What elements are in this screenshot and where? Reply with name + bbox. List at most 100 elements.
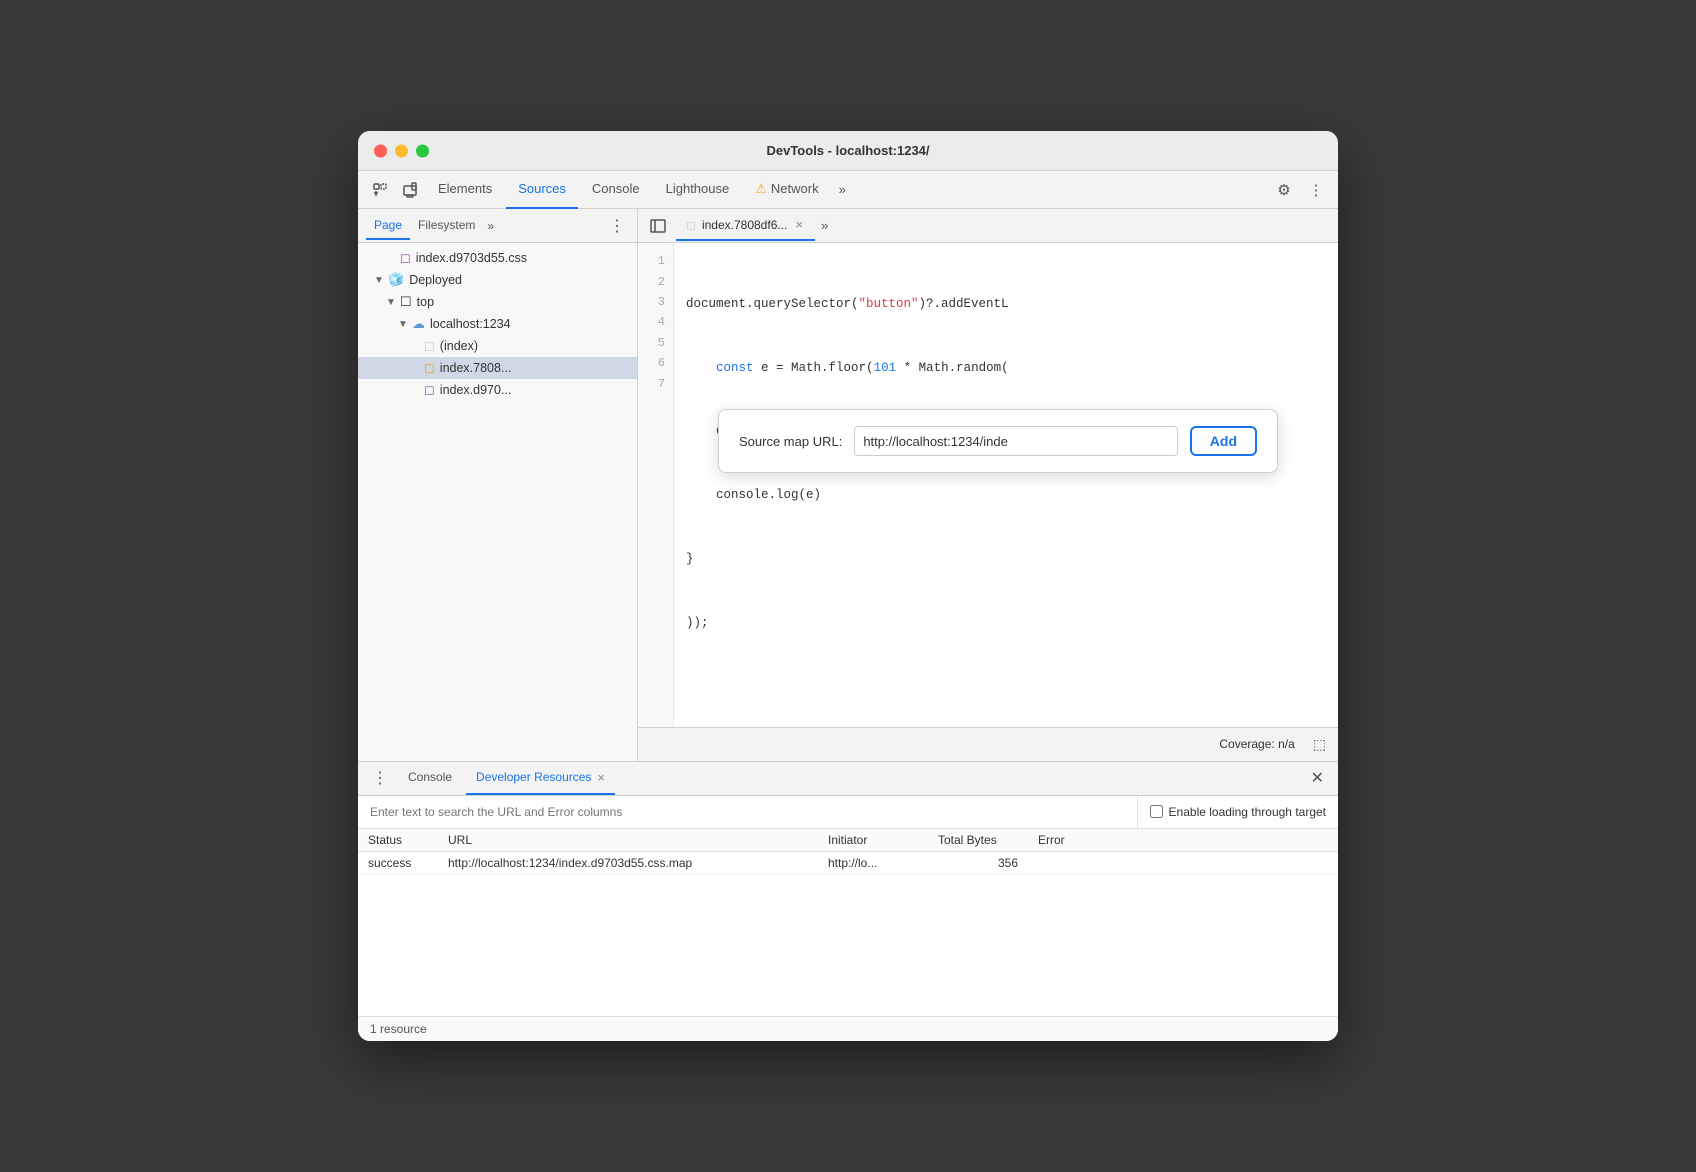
file-tree: ◻ index.d9703d55.css ▼ 🧊 Deployed ▼ ☐ to…: [358, 243, 637, 761]
tree-label-index-css2: index.d970...: [440, 383, 512, 397]
tree-label-localhost: localhost:1234: [430, 317, 511, 331]
cell-url: http://localhost:1234/index.d9703d55.css…: [438, 851, 818, 874]
tree-label-top: top: [417, 295, 434, 309]
coverage-icon[interactable]: ⬚: [1313, 736, 1326, 753]
resource-count: 1 resource: [370, 1022, 427, 1036]
left-panel: Page Filesystem » ⋮ ◻ index.d9703d55.css…: [358, 209, 638, 761]
cell-status: success: [358, 851, 438, 874]
left-tab-filesystem[interactable]: Filesystem: [410, 212, 483, 240]
code-line-5: }: [686, 549, 1326, 570]
tree-label-index-js: index.7808...: [440, 361, 512, 375]
search-input[interactable]: [358, 796, 1137, 828]
left-panel-menu-icon[interactable]: ⋮: [605, 214, 629, 238]
right-panel: ◻ index.7808df6... × » 1 2 3 4 5 6 7: [638, 209, 1338, 761]
col-header-initiator: Initiator: [818, 829, 928, 852]
dev-resources-content: Enable loading through target Status URL…: [358, 796, 1338, 1041]
tree-arrow-localhost: ▼: [398, 319, 408, 330]
tree-item-top[interactable]: ▼ ☐ top: [358, 291, 637, 313]
line-num-5: 5: [638, 333, 673, 353]
css-file-icon: ◻: [400, 250, 411, 266]
deployed-icon: 🧊: [388, 272, 404, 288]
warning-icon: ⚠: [755, 181, 767, 197]
editor-tab-more-icon[interactable]: »: [821, 218, 828, 233]
sourcemap-popup: Source map URL: Add: [718, 409, 1278, 473]
console-tabs: ⋮ Console Developer Resources × ✕: [358, 762, 1338, 796]
css-file-icon-2: ◻: [424, 382, 435, 398]
window-title: DevTools - localhost:1234/: [766, 143, 929, 158]
cell-error: [1028, 851, 1338, 874]
left-panel-more-icon[interactable]: »: [483, 219, 498, 233]
more-options-icon[interactable]: ⋮: [1302, 176, 1330, 204]
editor-sidebar-toggle[interactable]: [646, 214, 670, 238]
tab-console[interactable]: Console: [580, 171, 652, 209]
maximize-button[interactable]: [416, 144, 429, 157]
left-tab-page[interactable]: Page: [366, 212, 410, 240]
tree-item-index[interactable]: ◻ (index): [358, 335, 637, 357]
table-row[interactable]: success http://localhost:1234/index.d970…: [358, 851, 1338, 874]
col-header-error: Error: [1028, 829, 1338, 852]
tab-network[interactable]: ⚠ Network: [743, 171, 830, 209]
tree-label-css: index.d9703d55.css: [416, 251, 527, 265]
code-line-1: document.querySelector("button")?.addEve…: [686, 294, 1326, 315]
line-num-4: 4: [638, 312, 673, 332]
sourcemap-label: Source map URL:: [739, 434, 842, 449]
search-bar: Enable loading through target: [358, 796, 1338, 829]
col-header-status: Status: [358, 829, 438, 852]
code-line-4: console.log(e): [686, 485, 1326, 506]
console-tab-dev-resources[interactable]: Developer Resources ×: [466, 761, 615, 795]
device-toggle-icon[interactable]: [396, 176, 424, 204]
tab-lighthouse[interactable]: Lighthouse: [654, 171, 742, 209]
tree-arrow-deployed: ▼: [374, 275, 384, 286]
console-close-icon[interactable]: ✕: [1305, 766, 1330, 790]
inspect-icon[interactable]: [366, 176, 394, 204]
tab-sources[interactable]: Sources: [506, 171, 578, 209]
code-content: document.querySelector("button")?.addEve…: [674, 243, 1338, 727]
tree-arrow-top: ▼: [386, 297, 396, 308]
minimize-button[interactable]: [395, 144, 408, 157]
tree-item-css[interactable]: ◻ index.d9703d55.css: [358, 247, 637, 269]
col-header-url: URL: [438, 829, 818, 852]
line-num-2: 2: [638, 272, 673, 292]
left-panel-tabs: Page Filesystem » ⋮: [358, 209, 637, 243]
search-checkbox-area: Enable loading through target: [1137, 796, 1338, 828]
console-tab-menu-icon[interactable]: ⋮: [366, 766, 394, 790]
editor-tab-file[interactable]: ◻ index.7808df6... ×: [676, 211, 815, 241]
main-tabbar: Elements Sources Console Lighthouse ⚠ Ne…: [358, 171, 1338, 209]
devtools-window: DevTools - localhost:1234/ Elements Sour…: [358, 131, 1338, 1041]
bottom-status: Coverage: n/a ⬚: [638, 727, 1338, 761]
settings-icon[interactable]: ⚙: [1270, 176, 1298, 204]
dev-resources-close-icon[interactable]: ×: [597, 770, 605, 785]
line-numbers: 1 2 3 4 5 6 7: [638, 243, 674, 727]
console-tab-console[interactable]: Console: [398, 761, 462, 795]
close-button[interactable]: [374, 144, 387, 157]
tree-item-index-js[interactable]: ◻ index.7808...: [358, 357, 637, 379]
more-tabs-icon[interactable]: »: [833, 182, 852, 197]
tree-item-index-css2[interactable]: ◻ index.d970...: [358, 379, 637, 401]
editor-tab-close-icon[interactable]: ×: [793, 217, 805, 232]
line-num-3: 3: [638, 292, 673, 312]
code-editor[interactable]: 1 2 3 4 5 6 7 document.querySelector("bu…: [638, 243, 1338, 727]
code-line-6: ));: [686, 613, 1326, 634]
enable-loading-checkbox[interactable]: [1150, 805, 1163, 818]
sourcemap-add-button[interactable]: Add: [1190, 426, 1257, 456]
window-controls: [374, 144, 429, 157]
tree-label-index: (index): [440, 339, 478, 353]
tree-item-localhost[interactable]: ▼ ☁ localhost:1234: [358, 313, 637, 335]
tree-item-deployed[interactable]: ▼ 🧊 Deployed: [358, 269, 637, 291]
titlebar: DevTools - localhost:1234/: [358, 131, 1338, 171]
js-file-icon: ◻: [424, 360, 435, 376]
resource-footer: 1 resource: [358, 1016, 1338, 1041]
tabbar-right-controls: ⚙ ⋮: [1270, 176, 1330, 204]
tab-elements[interactable]: Elements: [426, 171, 504, 209]
coverage-label: Coverage: n/a: [1219, 737, 1294, 751]
sourcemap-input[interactable]: [854, 426, 1177, 456]
html-file-icon: ◻: [424, 338, 435, 354]
resources-table: Status URL Initiator Total Bytes Error s…: [358, 829, 1338, 875]
tree-label-deployed: Deployed: [409, 273, 462, 287]
cell-bytes: 356: [928, 851, 1028, 874]
line-num-1: 1: [638, 251, 673, 271]
host-icon: ☁: [412, 316, 425, 332]
line-num-7: 7: [638, 374, 673, 394]
code-line-2: const e = Math.floor(101 * Math.random(: [686, 358, 1326, 379]
cell-initiator: http://lo...: [818, 851, 928, 874]
